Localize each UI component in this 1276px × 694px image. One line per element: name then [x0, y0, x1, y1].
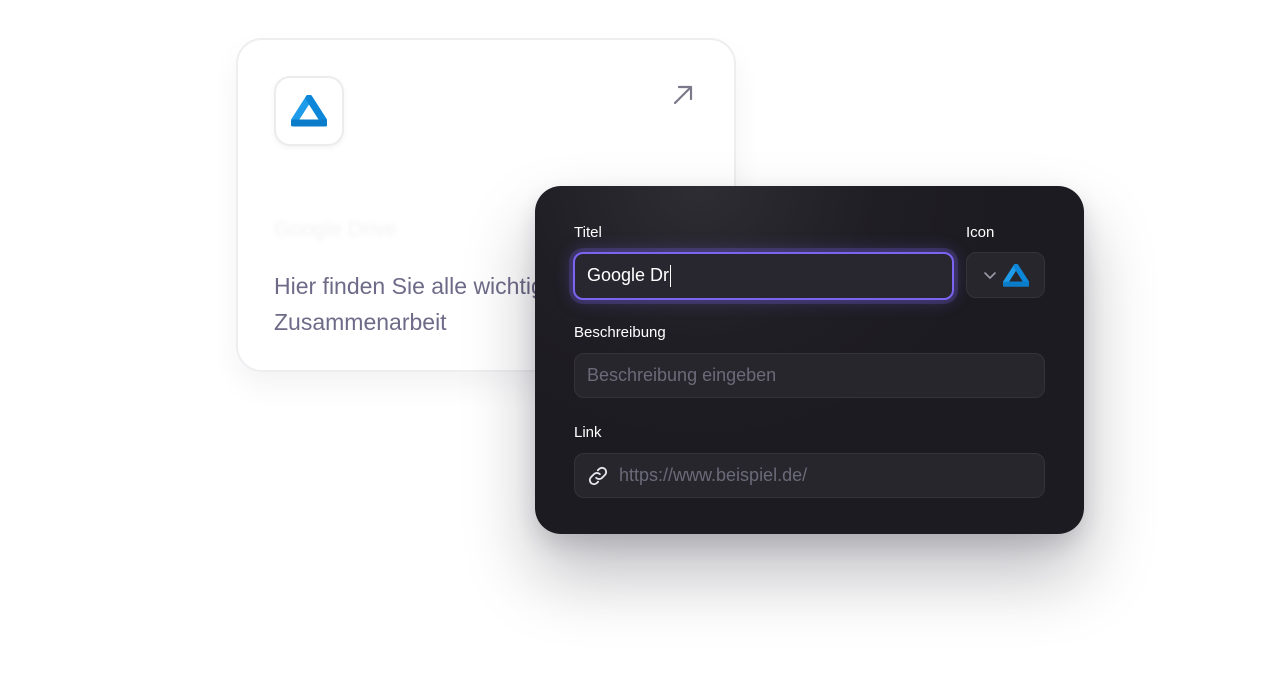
- link-input[interactable]: https://www.beispiel.de/: [574, 453, 1045, 498]
- description-label: Beschreibung: [574, 324, 666, 341]
- title-label: Titel: [574, 224, 602, 241]
- link-icon: [587, 465, 609, 487]
- link-placeholder: https://www.beispiel.de/: [619, 465, 808, 485]
- link-label: Link: [574, 424, 602, 441]
- card-app-icon-box: [274, 76, 344, 146]
- edit-link-panel: Titel Google Dr Icon Beschreibung Beschr…: [535, 186, 1084, 534]
- text-caret: [670, 265, 672, 288]
- title-input-value: Google Dr: [575, 265, 672, 288]
- google-drive-icon: [1002, 263, 1029, 287]
- card-title: Google Drive: [274, 218, 397, 241]
- title-input[interactable]: Google Dr: [573, 252, 954, 300]
- icon-label: Icon: [966, 224, 995, 241]
- stage: Google Drive Hier finden Sie alle wichti…: [0, 0, 1276, 694]
- description-input[interactable]: Beschreibung eingeben: [574, 353, 1045, 398]
- google-drive-icon: [291, 95, 327, 127]
- icon-select[interactable]: [966, 252, 1045, 298]
- arrow-up-right-icon[interactable]: [670, 82, 696, 108]
- description-placeholder: Beschreibung eingeben: [587, 365, 777, 385]
- chevron-down-icon: [983, 268, 997, 282]
